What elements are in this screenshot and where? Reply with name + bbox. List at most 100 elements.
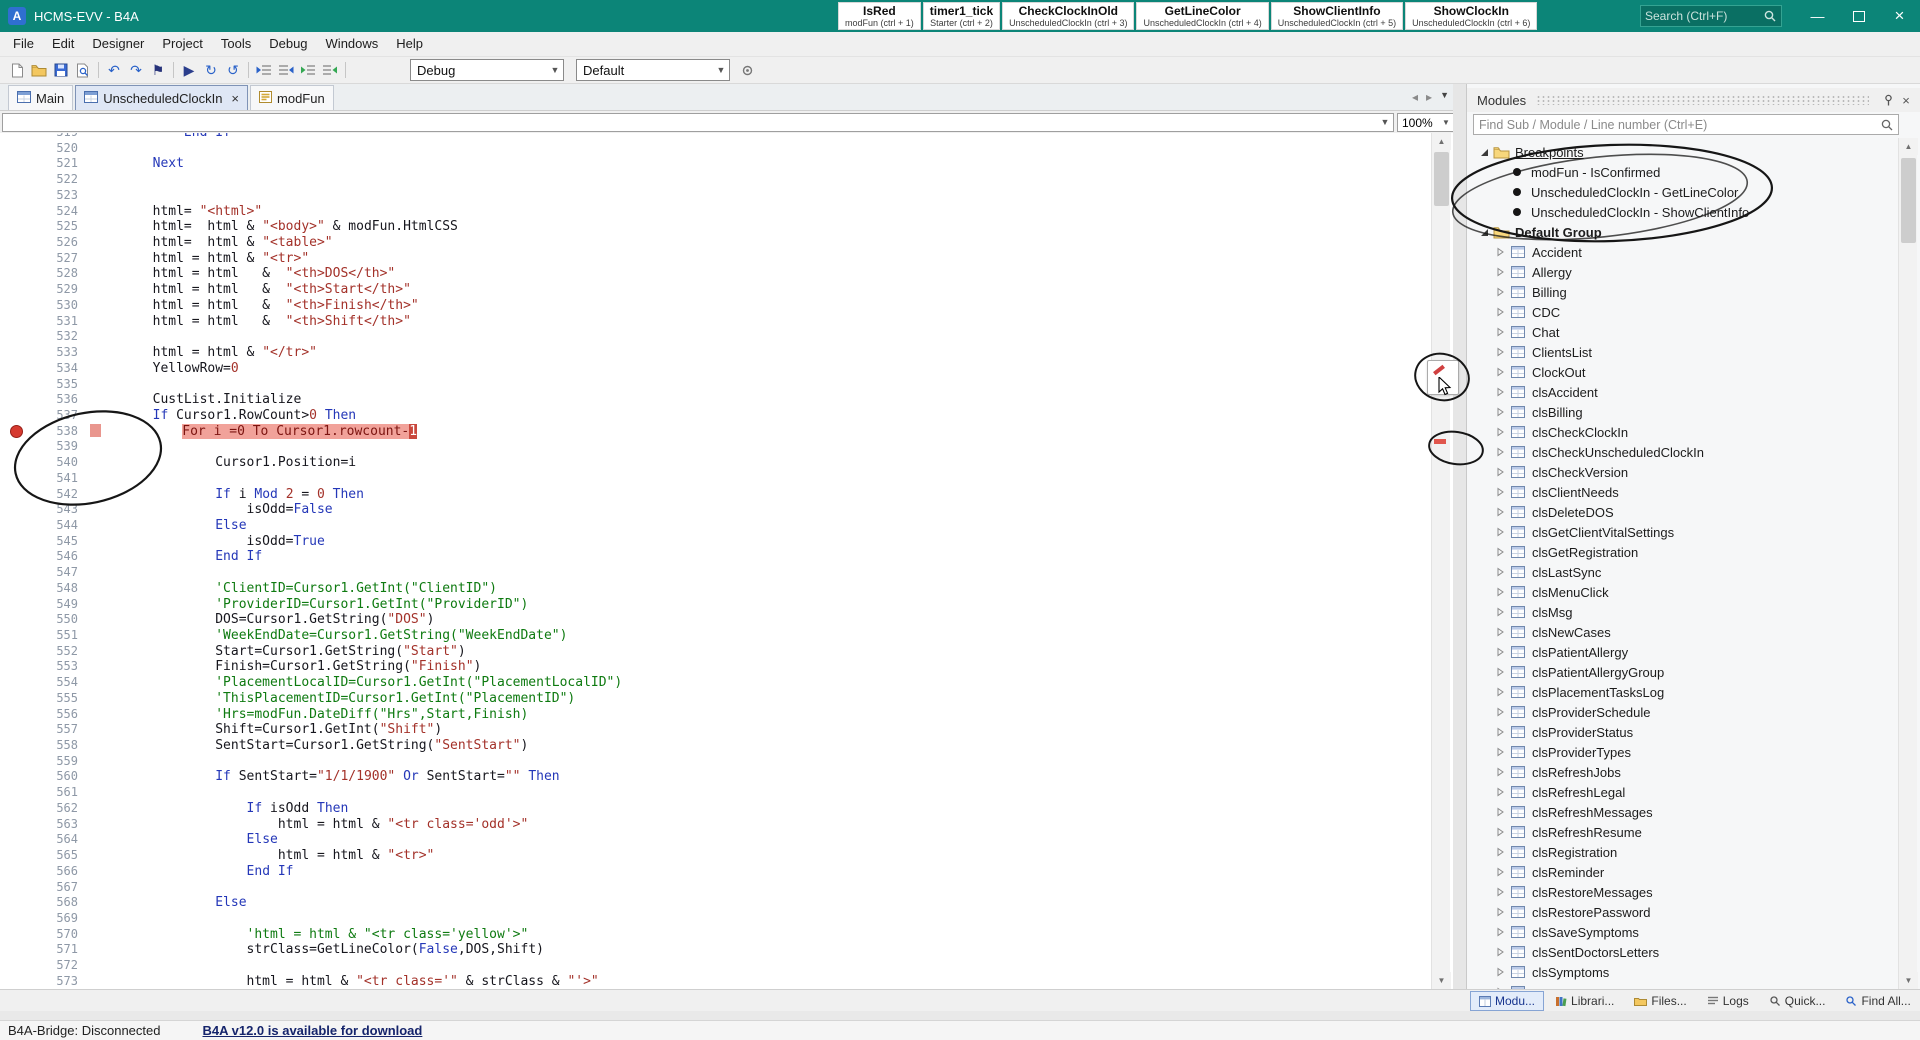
code-text[interactable]: html = html & "<tr>" bbox=[90, 251, 310, 267]
code-text[interactable]: CustList.Initialize bbox=[90, 392, 302, 408]
code-lines[interactable]: 519 End If520521 Next522523524 html= "<h… bbox=[0, 133, 1431, 989]
scrollbar-thumb[interactable] bbox=[1434, 152, 1449, 206]
titlebar-search-input[interactable] bbox=[1641, 9, 1763, 23]
breakpoint-margin[interactable] bbox=[0, 439, 34, 455]
breakpoint-margin[interactable] bbox=[0, 848, 34, 864]
module-item[interactable]: clsDeleteDOS bbox=[1467, 502, 1897, 522]
breakpoint-margin[interactable] bbox=[0, 282, 34, 298]
menu-item[interactable]: Project bbox=[153, 32, 211, 56]
breakpoint-margin[interactable] bbox=[0, 518, 34, 534]
expander-closed-icon[interactable] bbox=[1495, 787, 1507, 797]
module-item[interactable]: Allergy bbox=[1467, 262, 1897, 282]
bottom-tab-files[interactable]: Files... bbox=[1625, 991, 1695, 1011]
module-item[interactable]: clsSaveSymptoms bbox=[1467, 922, 1897, 942]
menu-item[interactable]: Windows bbox=[317, 32, 388, 56]
code-text[interactable]: html = html & "<th>Finish</th>" bbox=[90, 298, 419, 314]
breakpoint-margin[interactable] bbox=[0, 345, 34, 361]
scroll-tabs-right-icon[interactable]: ▸ bbox=[1426, 90, 1432, 104]
module-find-box[interactable] bbox=[1473, 114, 1899, 135]
breakpoint-margin[interactable] bbox=[0, 707, 34, 723]
breakpoint-margin[interactable] bbox=[0, 487, 34, 503]
module-item[interactable]: clsPatientAllergy bbox=[1467, 642, 1897, 662]
code-text[interactable]: End If bbox=[90, 549, 262, 565]
panel-vertical-scrollbar[interactable]: ▲ ▼ bbox=[1898, 138, 1918, 989]
breakpoint-item[interactable]: UnscheduledClockIn - GetLineColor bbox=[1467, 182, 1897, 202]
breakpoint-margin[interactable] bbox=[0, 628, 34, 644]
code-text[interactable]: html = html & "<th>Start</th>" bbox=[90, 282, 411, 298]
close-button[interactable]: × bbox=[1879, 0, 1920, 32]
module-item[interactable]: clsCheckClockIn bbox=[1467, 422, 1897, 442]
undo-icon[interactable]: ↶ bbox=[103, 60, 125, 80]
tab-list-dropdown-icon[interactable]: ▼ bbox=[1440, 90, 1449, 104]
breakpoint-margin[interactable] bbox=[0, 769, 34, 785]
quick-nav-button[interactable]: ShowClockIn UnscheduledClockIn (ctrl + 6… bbox=[1405, 2, 1538, 30]
bottom-tab-libraries[interactable]: Librari... bbox=[1546, 991, 1623, 1011]
breakpoint-margin[interactable] bbox=[0, 392, 34, 408]
quick-nav-button[interactable]: IsRed modFun (ctrl + 1) bbox=[838, 2, 921, 30]
breakpoint-margin[interactable] bbox=[0, 942, 34, 958]
expander-closed-icon[interactable] bbox=[1495, 387, 1507, 397]
expander-closed-icon[interactable] bbox=[1495, 907, 1507, 917]
code-text[interactable]: html= html & "<body>" & modFun.HtmlCSS bbox=[90, 219, 458, 235]
tab-unscheduledclockin[interactable]: UnscheduledClockIn × bbox=[75, 85, 249, 110]
module-item[interactable]: clsGetRegistration bbox=[1467, 542, 1897, 562]
code-text[interactable]: html= "<html>" bbox=[90, 204, 263, 220]
breakpoint-margin[interactable] bbox=[0, 832, 34, 848]
code-text[interactable]: End If bbox=[90, 133, 231, 141]
code-text[interactable]: html = html & "<th>DOS</th>" bbox=[90, 266, 396, 282]
breakpoint-margin[interactable] bbox=[0, 659, 34, 675]
breakpoint-margin[interactable] bbox=[0, 377, 34, 393]
module-item[interactable]: clsLastSync bbox=[1467, 562, 1897, 582]
code-text[interactable]: Cursor1.Position=i bbox=[90, 455, 356, 471]
breakpoint-margin[interactable] bbox=[0, 958, 34, 974]
maximize-button[interactable] bbox=[1838, 0, 1879, 32]
code-text[interactable]: If Cursor1.RowCount>0 Then bbox=[90, 408, 357, 424]
code-text[interactable]: 'html = html & "<tr class='yellow'>" bbox=[90, 927, 529, 943]
breakpoint-margin[interactable] bbox=[0, 691, 34, 707]
module-item[interactable]: clsNewCases bbox=[1467, 622, 1897, 642]
module-item[interactable] bbox=[1467, 982, 1897, 989]
module-item[interactable]: clsSymptoms bbox=[1467, 962, 1897, 982]
panel-splitter[interactable] bbox=[1453, 84, 1466, 989]
tab-main[interactable]: Main bbox=[8, 85, 74, 110]
code-text[interactable]: YellowRow=0 bbox=[90, 361, 239, 377]
quick-nav-button[interactable]: ShowClientInfo UnscheduledClockIn (ctrl … bbox=[1270, 2, 1404, 30]
scroll-down-icon[interactable]: ▼ bbox=[1899, 972, 1918, 989]
minimize-button[interactable]: — bbox=[1797, 0, 1838, 32]
module-item[interactable]: clsCheckUnscheduledClockIn bbox=[1467, 442, 1897, 462]
code-text[interactable]: SentStart=Cursor1.GetString("SentStart") bbox=[90, 738, 528, 754]
code-text[interactable]: 'WeekEndDate=Cursor1.GetString("WeekEndD… bbox=[90, 628, 567, 644]
tree-group-default-group[interactable]: Default Group bbox=[1467, 222, 1897, 242]
module-item[interactable]: clsReminder bbox=[1467, 862, 1897, 882]
expander-closed-icon[interactable] bbox=[1495, 507, 1507, 517]
module-item[interactable]: clsRefreshResume bbox=[1467, 822, 1897, 842]
open-project-icon[interactable] bbox=[28, 60, 50, 80]
module-item[interactable]: clsProviderTypes bbox=[1467, 742, 1897, 762]
expander-closed-icon[interactable] bbox=[1495, 347, 1507, 357]
module-item[interactable]: clsRefreshJobs bbox=[1467, 762, 1897, 782]
menu-item[interactable]: File bbox=[4, 32, 43, 56]
code-text[interactable]: Start=Cursor1.GetString("Start") bbox=[90, 644, 465, 660]
expander-closed-icon[interactable] bbox=[1495, 687, 1507, 697]
module-item[interactable]: clsSentDoctorsLetters bbox=[1467, 942, 1897, 962]
module-item[interactable]: ClockOut bbox=[1467, 362, 1897, 382]
outdent-icon[interactable] bbox=[297, 60, 319, 80]
breakpoint-margin[interactable] bbox=[0, 361, 34, 377]
run-icon[interactable]: ▶ bbox=[178, 60, 200, 80]
uncomment-icon[interactable] bbox=[275, 60, 297, 80]
breakpoint-margin[interactable] bbox=[0, 298, 34, 314]
expander-closed-icon[interactable] bbox=[1495, 947, 1507, 957]
code-text[interactable]: 'Hrs=modFun.DateDiff("Hrs",Start,Finish) bbox=[90, 707, 528, 723]
breakpoint-margin[interactable] bbox=[0, 251, 34, 267]
breakpoint-margin[interactable] bbox=[0, 549, 34, 565]
expander-closed-icon[interactable] bbox=[1495, 627, 1507, 637]
module-item[interactable]: ClientsList bbox=[1467, 342, 1897, 362]
breakpoint-margin[interactable] bbox=[0, 133, 34, 141]
expander-closed-icon[interactable] bbox=[1495, 367, 1507, 377]
expander-closed-icon[interactable] bbox=[1495, 487, 1507, 497]
expander-closed-icon[interactable] bbox=[1495, 827, 1507, 837]
code-text[interactable]: html = html & "</tr>" bbox=[90, 345, 317, 361]
breakpoint-margin[interactable] bbox=[0, 565, 34, 581]
module-item[interactable]: CDC bbox=[1467, 302, 1897, 322]
breakpoint-margin[interactable] bbox=[0, 738, 34, 754]
